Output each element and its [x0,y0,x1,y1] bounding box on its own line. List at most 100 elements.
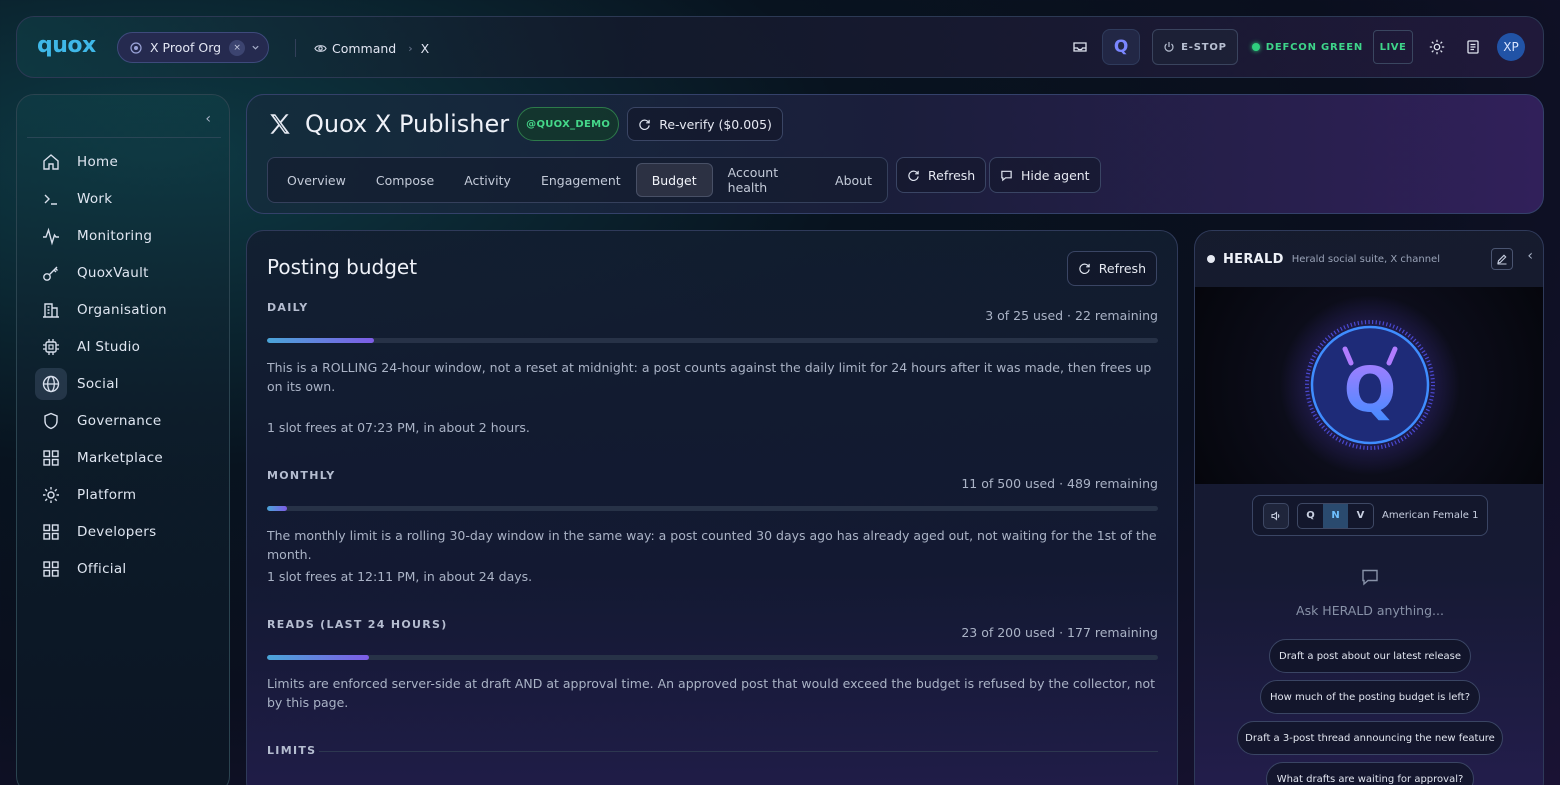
live-badge[interactable]: LIVE [1373,30,1413,64]
voice-name[interactable]: American Female 1 [1382,510,1478,521]
tab-about[interactable]: About [820,163,887,197]
tab-account-health[interactable]: Account health [713,163,820,197]
key-icon [35,257,67,289]
org-icon [130,41,142,54]
sidebar-collapse-icon[interactable]: ‹ [205,111,211,127]
sidebar-divider [27,137,221,138]
inbox-button[interactable] [1062,29,1098,65]
agent-header: HERALD Herald social suite, X channel ‹ [1195,231,1543,287]
daily-progress-bar [267,338,1158,343]
breadcrumb-chevron-icon: › [408,41,413,55]
user-avatar[interactable]: XP [1497,33,1525,61]
reverify-label: Re-verify ($0.005) [659,116,772,132]
daily-note: This is a ROLLING 24-hour window, not a … [267,360,1152,394]
suggestion-chip[interactable]: What drafts are waiting for approval? [1266,762,1474,785]
edit-agent-button[interactable] [1491,248,1513,270]
sidebar-item-official[interactable]: Official [35,550,221,587]
monthly-note: The monthly limit is a rolling 30-day wi… [267,528,1157,562]
sidebar-item-organisation[interactable]: Organisation [35,291,221,328]
reverify-button[interactable]: Re-verify ($0.005) [627,107,783,141]
defcon-label: DEFCON GREEN [1265,41,1363,53]
org-clear-button[interactable]: × [229,39,246,56]
org-name: X Proof Org [150,40,222,55]
collapse-agent-icon[interactable]: ‹ [1527,248,1533,264]
suggestion-chip[interactable]: Draft a 3-post thread announcing the new… [1237,721,1503,755]
settings-button[interactable] [1419,29,1455,65]
sidebar-item-governance[interactable]: Governance [35,402,221,439]
refresh-label: Refresh [928,167,976,183]
sidebar-item-label: AI Studio [77,338,141,355]
voice-mode-v[interactable]: V [1348,504,1373,528]
sidebar-item-platform[interactable]: Platform [35,476,221,513]
chat-bubble-icon [1360,567,1380,587]
mute-button[interactable] [1263,502,1289,529]
reads-note: Limits are enforced server-side at draft… [267,676,1156,710]
sidebar-item-label: Marketplace [77,449,164,466]
quox-assistant-button[interactable]: Q [1102,29,1141,65]
sidebar-item-home[interactable]: Home [35,143,221,180]
sidebar-item-developers[interactable]: Developers [35,513,221,550]
tab-activity[interactable]: Activity [449,163,526,197]
refresh-label: Refresh [1098,261,1146,276]
tab-engagement[interactable]: Engagement [526,163,636,197]
agent-subtitle: Herald social suite, X channel [1291,253,1440,265]
defcon-status: DEFCON GREEN [1251,41,1363,53]
breadcrumb-x[interactable]: X [421,41,430,56]
monthly-progress-fill [267,506,287,511]
reads-count: 23 of 200 used · 177 remaining [961,625,1158,640]
sidebar-item-label: Platform [77,486,137,503]
ask-placeholder: Ask HERALD anything... [1296,603,1444,618]
quox-logo[interactable]: quox [37,33,96,58]
grid-icon [35,553,67,585]
sidebar-item-social[interactable]: Social [35,365,221,402]
sidebar-item-quoxvault[interactable]: QuoxVault [35,254,221,291]
daily-next-slot: 1 slot frees at 07:23 PM, in about 2 hou… [267,420,530,435]
sidebar-item-label: Developers [77,523,157,540]
budget-refresh-button[interactable]: Refresh [1066,251,1157,286]
sidebar-item-monitoring[interactable]: Monitoring [35,217,221,254]
org-selector[interactable]: X Proof Org × [117,32,269,63]
agent-avatar-icon: Q [1280,295,1460,475]
sidebar-item-ai-studio[interactable]: AI Studio [35,328,221,365]
suggestion-chip[interactable]: How much of the posting budget is left? [1260,680,1480,714]
breadcrumb-divider [295,39,296,57]
publisher-title-row: Quox X Publisher @QUOX_DEMO Re-verify ($… [267,107,783,141]
sidebar-item-label: Work [77,190,113,207]
voice-mode-n[interactable]: N [1323,503,1348,528]
shield-icon [35,405,67,437]
refresh-icon [908,170,919,181]
refresh-icon [1079,263,1090,274]
tab-budget[interactable]: Budget [635,163,713,197]
voice-mode-q[interactable]: Q [1298,504,1323,528]
globe-icon [35,367,67,400]
voice-controls: Q N V American Female 1 [1252,495,1488,536]
breadcrumb-command[interactable]: Command [332,41,396,56]
suggestion-chip[interactable]: Draft a post about our latest release [1269,639,1471,673]
sidebar-item-label: Social [77,375,119,392]
sidebar: ‹ Home Work Monitoring QuoxVault Organis… [16,94,230,785]
monthly-section: MONTHLY 11 of 500 used · 489 remaining T… [267,469,1158,584]
refresh-icon [639,119,650,130]
budget-title: Posting budget [267,255,418,279]
activity-icon [35,220,67,252]
daily-section: DAILY 3 of 25 used · 22 remaining This i… [267,301,1158,435]
sidebar-item-marketplace[interactable]: Marketplace [35,439,221,476]
tab-compose[interactable]: Compose [361,163,449,197]
daily-count: 3 of 25 used · 22 remaining [985,308,1158,323]
hide-agent-button[interactable]: Hide agent [989,157,1101,193]
tab-overview[interactable]: Overview [272,163,361,197]
inbox-icon [1073,42,1087,52]
home-icon [35,146,67,178]
account-handle-badge[interactable]: @QUOX_DEMO [517,107,620,141]
docs-button[interactable] [1455,29,1491,65]
sidebar-item-label: Home [77,153,119,170]
sidebar-item-work[interactable]: Work [35,180,221,217]
publisher-header: Quox X Publisher @QUOX_DEMO Re-verify ($… [246,94,1544,214]
estop-button[interactable]: E-STOP [1152,29,1238,65]
grid-icon [35,516,67,548]
agent-name: HERALD [1223,251,1284,267]
header-refresh-button[interactable]: Refresh [896,157,987,193]
chevron-down-icon[interactable] [251,43,260,52]
gear-icon [1429,39,1445,55]
sidebar-item-label: Official [77,560,127,577]
